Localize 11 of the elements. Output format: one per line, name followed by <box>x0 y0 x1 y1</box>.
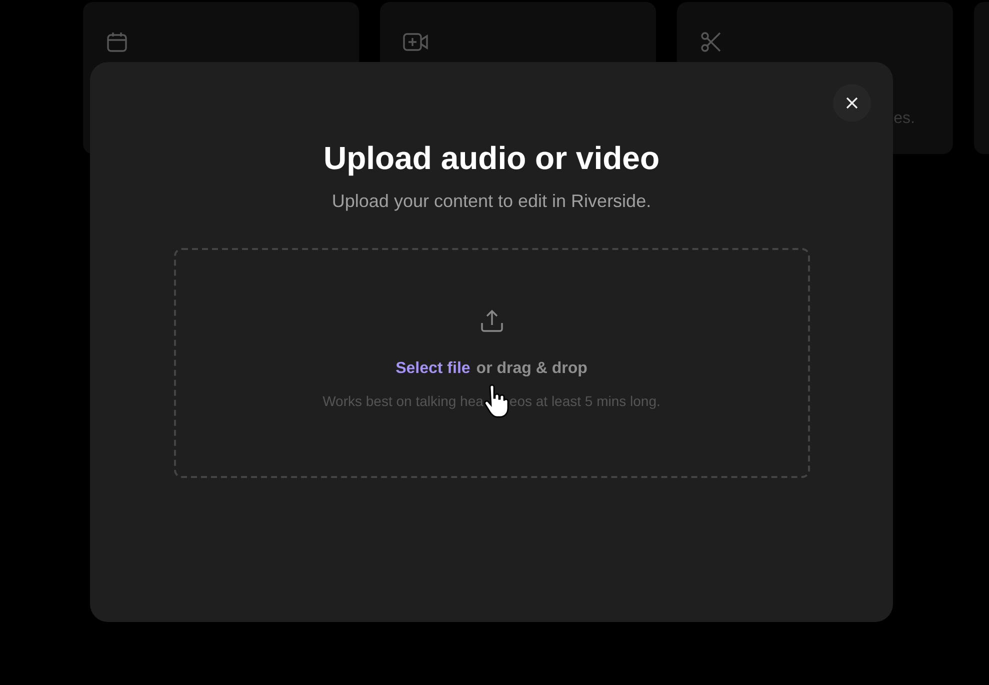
drag-drop-text: or drag & drop <box>476 360 588 378</box>
scissors-icon <box>699 30 723 54</box>
calendar-icon <box>105 30 129 54</box>
dialog-title: Upload audio or video <box>323 140 660 177</box>
dialog-subtitle: Upload your content to edit in Riverside. <box>332 191 652 212</box>
close-icon <box>846 97 858 109</box>
video-plus-icon <box>402 30 430 54</box>
upload-icon <box>478 308 504 334</box>
hand-cursor-icon <box>483 384 510 418</box>
close-button[interactable] <box>833 84 871 122</box>
select-file-link[interactable]: Select file <box>396 360 470 378</box>
